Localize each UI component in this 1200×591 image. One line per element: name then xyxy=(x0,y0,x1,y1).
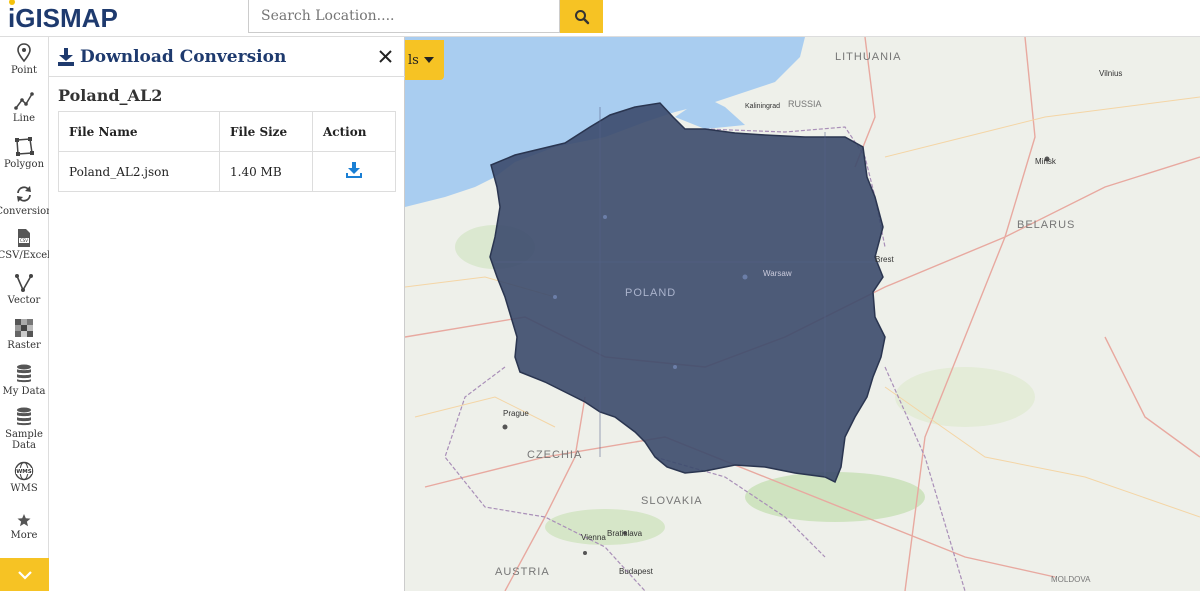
search-button[interactable] xyxy=(560,0,603,33)
map-label-vilnius: Vilnius xyxy=(1099,69,1123,78)
sidebar-item-label: My Data xyxy=(2,386,46,397)
top-bar: i GISMAP xyxy=(0,0,1200,37)
download-header-icon xyxy=(58,47,74,66)
details-button-label: ls xyxy=(408,52,419,68)
download-panel: Download Conversion Poland_AL2 File Name… xyxy=(49,37,405,591)
polygon-icon xyxy=(15,137,34,156)
details-dropdown-button[interactable]: ls xyxy=(405,40,444,80)
sidebar-item-more[interactable]: More xyxy=(0,512,48,541)
sidebar-item-label: Line xyxy=(12,113,36,124)
download-icon xyxy=(346,162,362,178)
search-icon xyxy=(574,9,589,24)
map-label-vienna: Vienna xyxy=(581,533,606,542)
sidebar-item-csv-excel[interactable]: CSV CSV/Excel xyxy=(0,228,51,261)
map-label-lithuania: LITHUANIA xyxy=(835,51,902,63)
logo-text: GISMAP xyxy=(15,2,118,33)
download-button[interactable] xyxy=(345,161,363,182)
sidebar-item-label: WMS xyxy=(10,483,38,494)
sidebar-item-label-line2: Data xyxy=(12,440,36,451)
sidebar-item-my-data[interactable]: My Data xyxy=(0,364,48,397)
sidebar-item-label: More xyxy=(10,530,38,541)
column-header-action: Action xyxy=(312,111,396,152)
map-label-slovakia: SLOVAKIA xyxy=(641,495,703,507)
conversion-icon xyxy=(17,186,31,202)
sidebar-item-label: Raster xyxy=(7,340,41,351)
map-label-bratislava: Bratislava xyxy=(607,529,643,538)
sidebar-item-label: Point xyxy=(10,65,37,76)
map-label-brest: Brest xyxy=(875,255,894,264)
close-icon xyxy=(378,49,392,63)
sidebar-item-vector[interactable]: Vector xyxy=(0,273,48,306)
file-name-cell: Poland_AL2.json xyxy=(58,151,220,192)
logo-i: i xyxy=(8,0,15,34)
map-view[interactable]: POLAND LITHUANIA RUSSIA BELARUS CZECHIA … xyxy=(405,37,1200,591)
file-table: File Name File Size Action Poland_AL2.js… xyxy=(58,111,396,192)
map-canvas xyxy=(405,37,1200,591)
table-row: Poland_AL2.json 1.40 MB xyxy=(58,151,396,192)
sidebar-item-label: Conversion xyxy=(0,206,53,217)
sidebar-item-raster[interactable]: Raster xyxy=(0,318,48,351)
map-label-poland: POLAND xyxy=(625,287,677,299)
sidebar-item-label: Polygon xyxy=(3,159,45,170)
file-size-cell: 1.40 MB xyxy=(219,151,313,192)
map-label-belarus: BELARUS xyxy=(1017,219,1076,231)
caret-down-icon xyxy=(423,57,434,63)
sidebar-item-line[interactable]: Line xyxy=(0,91,48,124)
panel-title: Download Conversion xyxy=(80,46,287,67)
sidebar-item-label: Vector xyxy=(7,295,41,306)
sidebar-item-label-line1: Sample xyxy=(5,429,43,440)
map-pin-icon xyxy=(17,43,31,63)
map-label-prague: Prague xyxy=(503,409,529,418)
map-label-austria: AUSTRIA xyxy=(495,566,550,578)
chevron-down-icon xyxy=(17,570,32,580)
action-cell xyxy=(312,151,396,192)
map-label-kaliningrad: Kaliningrad xyxy=(745,103,781,110)
map-label-russia: RUSSIA xyxy=(788,99,822,109)
panel-header: Download Conversion xyxy=(49,37,405,77)
star-icon xyxy=(17,514,31,527)
map-label-budapest: Budapest xyxy=(619,567,653,576)
close-button[interactable] xyxy=(375,46,395,66)
vector-icon xyxy=(15,274,33,292)
raster-icon xyxy=(15,319,33,337)
map-label-warsaw: Warsaw xyxy=(763,269,792,278)
wms-icon: WMS xyxy=(14,461,34,481)
database-icon xyxy=(17,407,31,426)
column-header-file-size: File Size xyxy=(219,111,313,152)
line-icon xyxy=(14,92,34,110)
sidebar-item-conversion[interactable]: Conversion xyxy=(0,184,53,217)
sidebar-item-point[interactable]: Point xyxy=(0,43,48,76)
logo-dot xyxy=(9,0,15,5)
app-logo[interactable]: i GISMAP xyxy=(8,0,118,34)
table-header-row: File Name File Size Action xyxy=(58,111,396,152)
sidebar-item-wms[interactable]: WMS WMS xyxy=(0,461,48,494)
sidebar-item-sample-data[interactable]: Sample Data xyxy=(0,407,48,451)
column-header-file-name: File Name xyxy=(58,111,220,152)
sidebar-item-label: CSV/Excel xyxy=(0,250,51,261)
map-label-moldova: MOLDOVA xyxy=(1051,575,1091,584)
sidebar-expand-button[interactable] xyxy=(0,558,49,591)
csv-icon: CSV xyxy=(18,229,30,247)
map-label-czechia: CZECHIA xyxy=(527,449,583,461)
search-input[interactable] xyxy=(248,0,560,33)
file-heading: Poland_AL2 xyxy=(58,86,163,105)
sidebar: Point Line Polygon Conversion CSV CSV/Ex… xyxy=(0,37,53,591)
database-icon xyxy=(17,364,31,383)
svg-text:WMS: WMS xyxy=(16,469,32,475)
map-label-minsk: Minsk xyxy=(1035,157,1056,166)
svg-text:CSV: CSV xyxy=(20,238,28,243)
sidebar-item-polygon[interactable]: Polygon xyxy=(0,137,48,170)
